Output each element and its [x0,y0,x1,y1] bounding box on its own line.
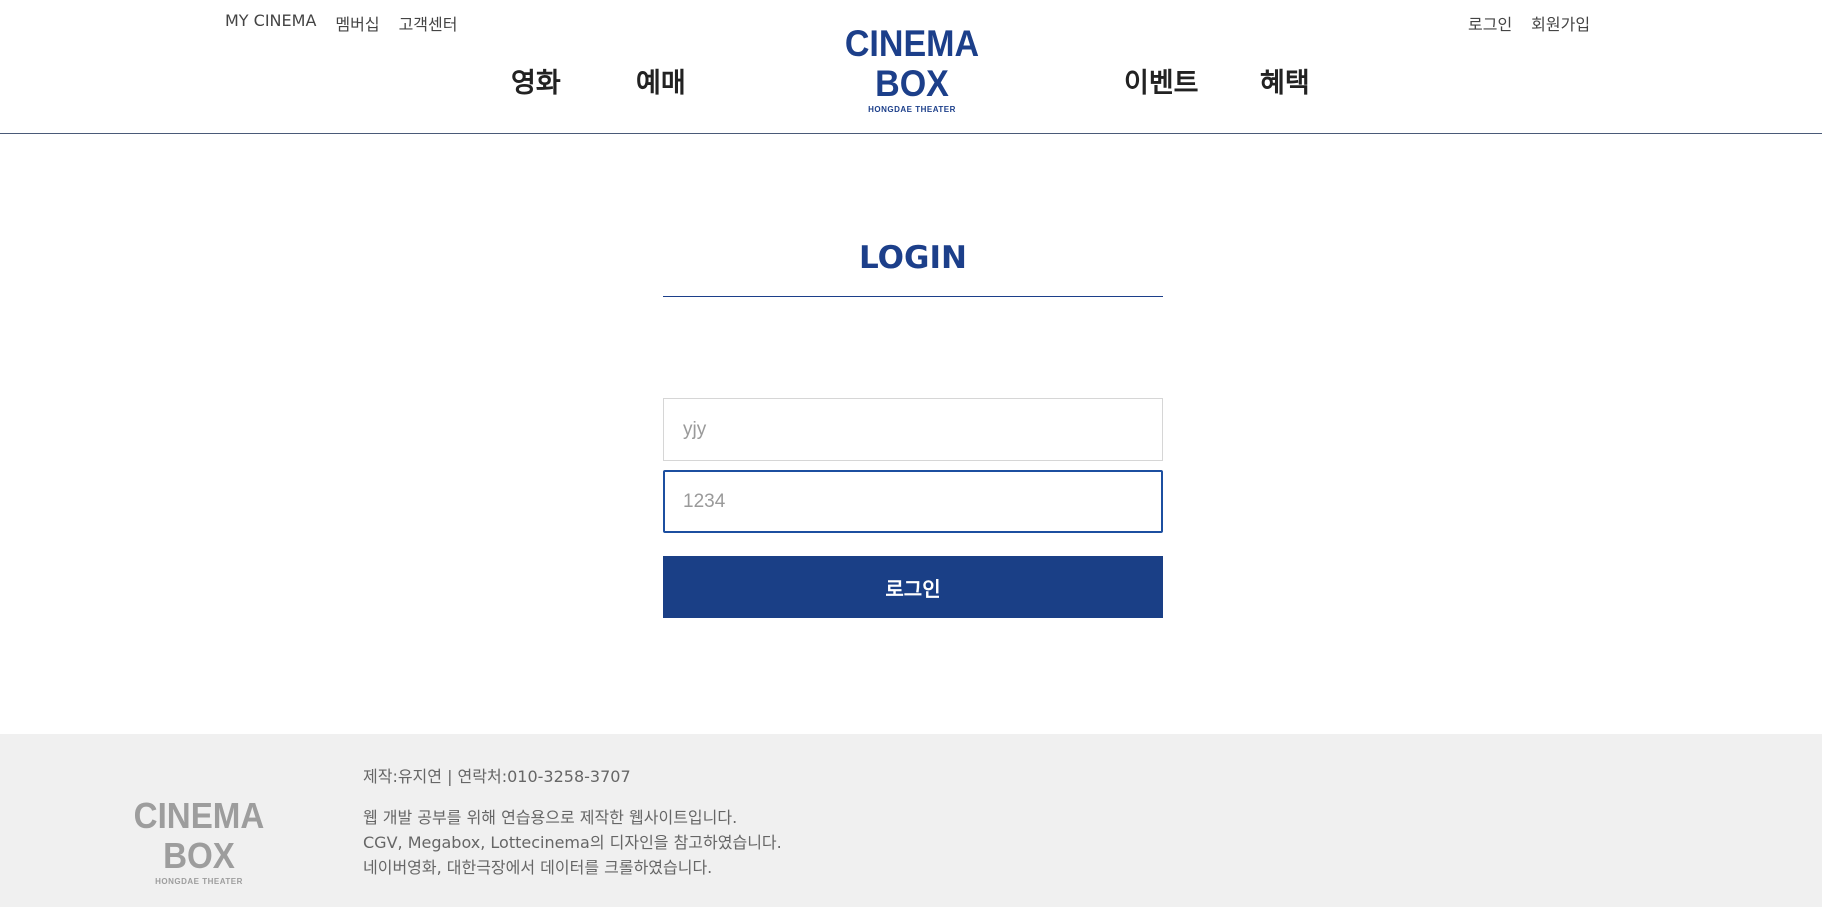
login-title: LOGIN [859,240,967,276]
nav-movies[interactable]: 영화 [511,64,561,104]
nav-benefits[interactable]: 혜택 [1260,64,1310,104]
site-footer: CINEMA BOX HONGDAE THEATER 제작:유지연 | 연락처:… [0,734,1822,907]
login-link[interactable]: 로그인 [1468,11,1512,35]
footer-logo-main-text: CINEMA BOX [133,795,265,876]
nav-booking[interactable]: 예매 [636,64,686,104]
footer-line: 네이버영화, 대한극장에서 데이터를 크롤하였습니다. [363,858,713,877]
signup-link[interactable]: 회원가입 [1531,11,1590,35]
footer-logo: CINEMA BOX HONGDAE THEATER [93,796,305,887]
customer-center-link[interactable]: 고객센터 [399,11,458,35]
footer-info: 제작:유지연 | 연락처:010-3258-3707 웹 개발 공부를 위해 연… [363,764,782,880]
site-logo[interactable]: CINEMA BOX HONGDAE THEATER [800,24,1024,115]
membership-link[interactable]: 멤버십 [335,11,379,35]
utility-nav-left: MY CINEMA 멤버십 고객센터 [225,11,457,35]
logo-main-text: CINEMA BOX [844,23,980,104]
my-cinema-link[interactable]: MY CINEMA [225,11,316,35]
login-title-divider [663,296,1163,297]
login-submit-button[interactable]: 로그인 [663,556,1163,618]
username-input[interactable] [663,398,1163,461]
footer-line: 웹 개발 공부를 위해 연습용으로 제작한 웹사이트입니다. [363,808,738,827]
footer-contact: 제작:유지연 | 연락처:010-3258-3707 [363,767,631,786]
nav-events[interactable]: 이벤트 [1124,64,1199,104]
site-header: MY CINEMA 멤버십 고객센터 CINEMA BOX HONGDAE TH… [0,0,1822,134]
page: MY CINEMA 멤버십 고객센터 CINEMA BOX HONGDAE TH… [0,0,1822,907]
footer-logo-sub-text: HONGDAE THEATER [155,877,243,886]
password-input[interactable] [663,470,1163,533]
footer-line: CGV, Megabox, Lottecinema의 디자인을 참고하였습니다. [363,833,782,852]
utility-nav-right: 로그인 회원가입 [1468,11,1590,35]
logo-sub-text: HONGDAE THEATER [868,105,956,114]
